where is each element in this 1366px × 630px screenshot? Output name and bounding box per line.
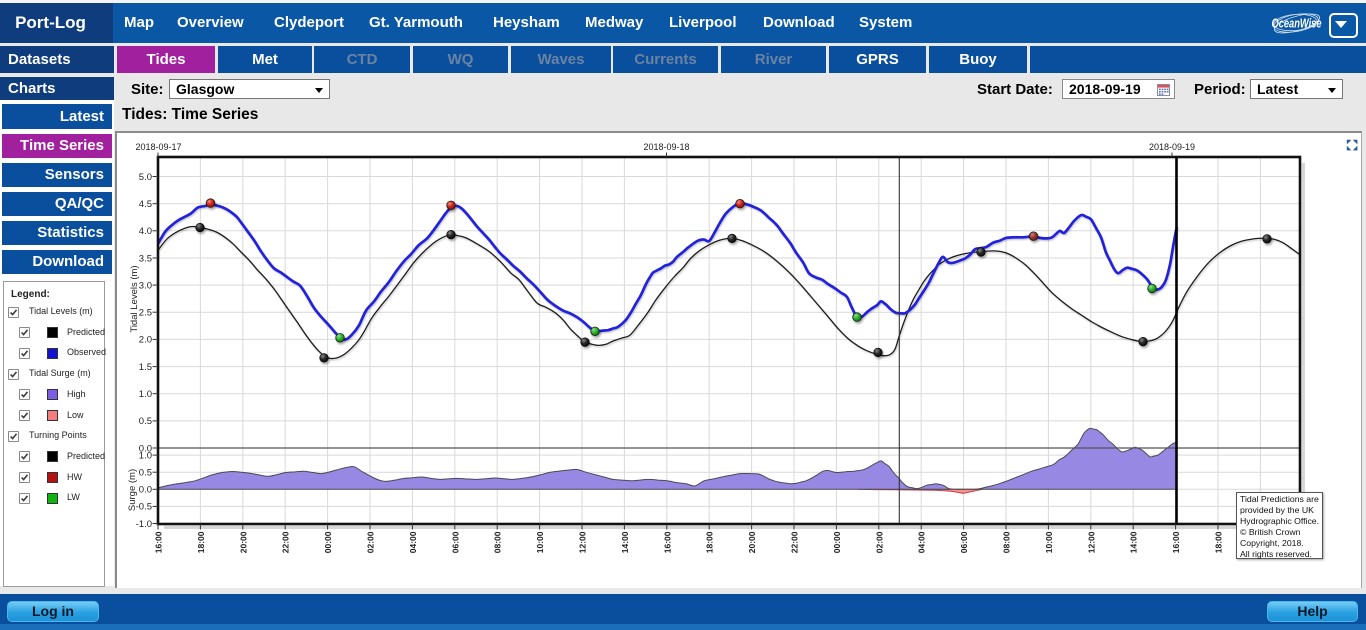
svg-text:16:00: 16:00 — [662, 531, 672, 553]
svg-text:16:00: 16:00 — [154, 531, 164, 553]
svg-text:2018-09-19: 2018-09-19 — [1149, 142, 1195, 152]
svg-text:18:00: 18:00 — [705, 531, 715, 553]
svg-text:1.0: 1.0 — [139, 450, 152, 461]
svg-text:2.5: 2.5 — [139, 308, 152, 319]
svg-text:12:00: 12:00 — [1086, 531, 1096, 553]
svg-text:06:00: 06:00 — [959, 531, 969, 553]
svg-text:-0.5: -0.5 — [136, 502, 152, 513]
svg-text:1.5: 1.5 — [139, 362, 152, 373]
svg-text:22:00: 22:00 — [790, 531, 800, 553]
svg-text:00:00: 00:00 — [832, 531, 842, 553]
svg-text:04:00: 04:00 — [408, 531, 418, 553]
svg-text:0.5: 0.5 — [139, 416, 152, 427]
svg-text:18:00: 18:00 — [196, 531, 206, 553]
svg-text:06:00: 06:00 — [450, 531, 460, 553]
svg-text:4.0: 4.0 — [139, 226, 152, 237]
svg-text:14:00: 14:00 — [620, 531, 630, 553]
svg-text:0.5: 0.5 — [139, 468, 152, 479]
svg-text:5.0: 5.0 — [139, 172, 152, 183]
svg-text:10:00: 10:00 — [535, 531, 545, 553]
svg-text:08:00: 08:00 — [493, 531, 503, 553]
svg-text:04:00: 04:00 — [917, 531, 927, 553]
svg-text:02:00: 02:00 — [874, 531, 884, 553]
svg-text:16:00: 16:00 — [1171, 531, 1181, 553]
svg-text:4.5: 4.5 — [139, 199, 152, 210]
svg-text:00:00: 00:00 — [323, 531, 333, 553]
svg-text:18:00: 18:00 — [1214, 531, 1224, 553]
svg-text:2018-09-17: 2018-09-17 — [135, 142, 181, 152]
svg-text:3.5: 3.5 — [139, 253, 152, 264]
svg-text:10:00: 10:00 — [1044, 531, 1054, 553]
svg-text:1.0: 1.0 — [139, 389, 152, 400]
svg-text:Surge (m): Surge (m) — [127, 469, 138, 511]
svg-text:22:00: 22:00 — [281, 531, 291, 553]
svg-text:2018-09-18: 2018-09-18 — [643, 142, 689, 152]
svg-text:20:00: 20:00 — [747, 531, 757, 553]
svg-text:2.0: 2.0 — [139, 335, 152, 346]
svg-text:20:00: 20:00 — [238, 531, 248, 553]
svg-text:3.0: 3.0 — [139, 280, 152, 291]
svg-text:02:00: 02:00 — [366, 531, 376, 553]
svg-text:-1.0: -1.0 — [136, 519, 152, 530]
svg-text:12:00: 12:00 — [578, 531, 588, 553]
svg-text:0.0: 0.0 — [139, 485, 152, 496]
svg-text:14:00: 14:00 — [1129, 531, 1139, 553]
svg-text:Tidal Levels (m): Tidal Levels (m) — [129, 265, 140, 332]
svg-text:08:00: 08:00 — [1002, 531, 1012, 553]
